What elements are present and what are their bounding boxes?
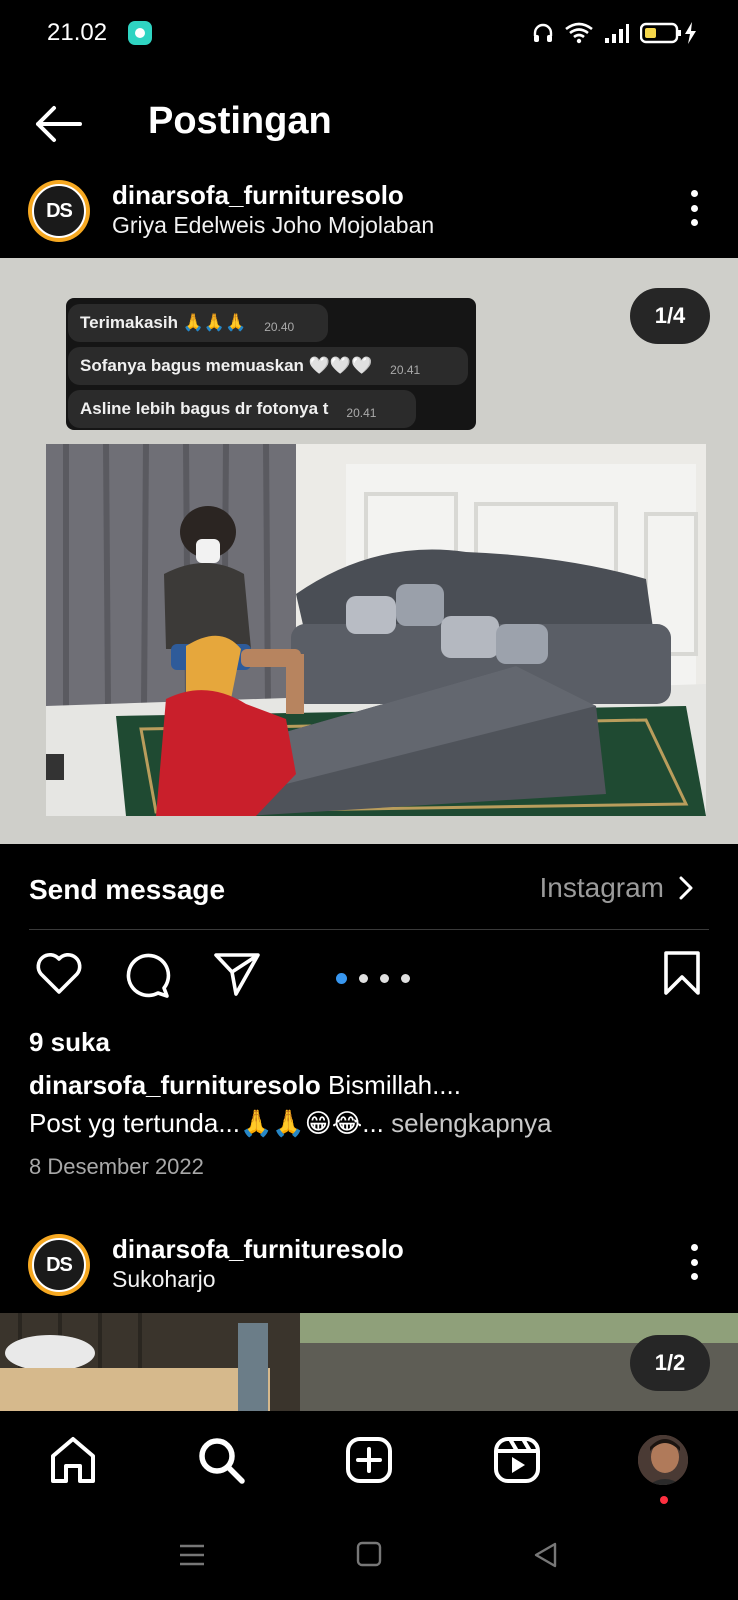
back-triangle-icon[interactable]	[532, 1541, 558, 1569]
top-app-bar: Postingan	[0, 80, 738, 164]
post-avatar[interactable]: DS	[28, 1234, 90, 1296]
instagram-link[interactable]: Instagram	[540, 872, 695, 904]
reels-icon[interactable]	[492, 1435, 542, 1485]
image-counter-badge: 1/4	[630, 288, 710, 344]
post-caption: dinarsofa_furnituresolo Bismillah.... Po…	[29, 1066, 709, 1142]
status-time: 21.02	[47, 19, 108, 46]
wifi-icon	[565, 22, 593, 44]
signal-icon	[605, 24, 629, 43]
chat-message: Terimakasih 🙏🙏🙏 20.40	[68, 304, 328, 342]
comment-icon[interactable]	[122, 950, 172, 1000]
status-icons	[532, 19, 698, 47]
send-message-label[interactable]: Send message	[29, 874, 225, 906]
recents-menu-icon[interactable]	[178, 1543, 206, 1567]
bottom-navigation	[0, 1411, 738, 1511]
send-message-row[interactable]: Send message Instagram	[0, 860, 738, 930]
headphones-icon	[533, 23, 553, 42]
image-counter-badge: 1/2	[630, 1335, 710, 1391]
system-navigation	[0, 1511, 738, 1600]
post-header: DS dinarsofa_furnituresolo Sukoharjo	[0, 1230, 738, 1306]
home-square-icon[interactable]	[356, 1541, 382, 1567]
search-icon[interactable]	[196, 1435, 246, 1485]
post-location[interactable]: Sukoharjo	[112, 1266, 216, 1293]
post-location[interactable]: Griya Edelweis Joho Mojolaban	[112, 212, 434, 239]
sofa-photo	[46, 444, 706, 816]
chevron-right-icon	[679, 876, 693, 900]
page-title: Postingan	[148, 100, 332, 142]
chat-screenshot: Terimakasih 🙏🙏🙏 20.40 Sofanya bagus memua…	[66, 298, 476, 430]
back-arrow-icon[interactable]	[32, 104, 84, 144]
share-send-icon[interactable]	[212, 950, 262, 998]
home-icon[interactable]	[48, 1435, 98, 1485]
battery-charging-icon	[640, 22, 696, 44]
post-header: DS dinarsofa_furnituresolo Griya Edelwei…	[0, 176, 738, 252]
caption-text-line1: Bismillah....	[320, 1070, 461, 1100]
like-heart-icon[interactable]	[34, 950, 84, 996]
post-date: 8 Desember 2022	[29, 1154, 204, 1179]
caption-username[interactable]: dinarsofa_furnituresolo	[29, 1070, 321, 1100]
post-username[interactable]: dinarsofa_furnituresolo	[112, 180, 404, 211]
more-options-icon[interactable]	[688, 1244, 700, 1280]
likes-count[interactable]: 9 suka	[29, 1027, 110, 1058]
divider	[29, 929, 709, 930]
post-avatar[interactable]: DS	[28, 180, 90, 242]
status-bar: 21.02	[0, 0, 738, 66]
carousel-dot-active	[336, 973, 347, 984]
post-username[interactable]: dinarsofa_furnituresolo	[112, 1234, 404, 1265]
chat-message: Sofanya bagus memuaskan 🤍🤍🤍 20.41	[68, 347, 468, 385]
chat-message: Asline lebih bagus dr fotonya t 20.41	[68, 390, 416, 428]
profile-avatar[interactable]	[636, 1433, 690, 1487]
create-post-icon[interactable]	[344, 1435, 394, 1485]
post-actions	[0, 950, 738, 1006]
caption-more-link[interactable]: selengkapnya	[384, 1108, 551, 1138]
post-image[interactable]: Terimakasih 🙏🙏🙏 20.40 Sofanya bagus memua…	[0, 258, 738, 844]
notification-dot	[660, 1496, 668, 1504]
bookmark-icon[interactable]	[662, 950, 702, 996]
app-notification-icon	[128, 21, 152, 45]
caption-text-line2: Post yg tertunda...🙏🙏😁😂...	[29, 1108, 384, 1138]
carousel-indicator	[336, 973, 410, 984]
post-image[interactable]: 1/2	[0, 1313, 738, 1411]
more-options-icon[interactable]	[688, 190, 700, 226]
